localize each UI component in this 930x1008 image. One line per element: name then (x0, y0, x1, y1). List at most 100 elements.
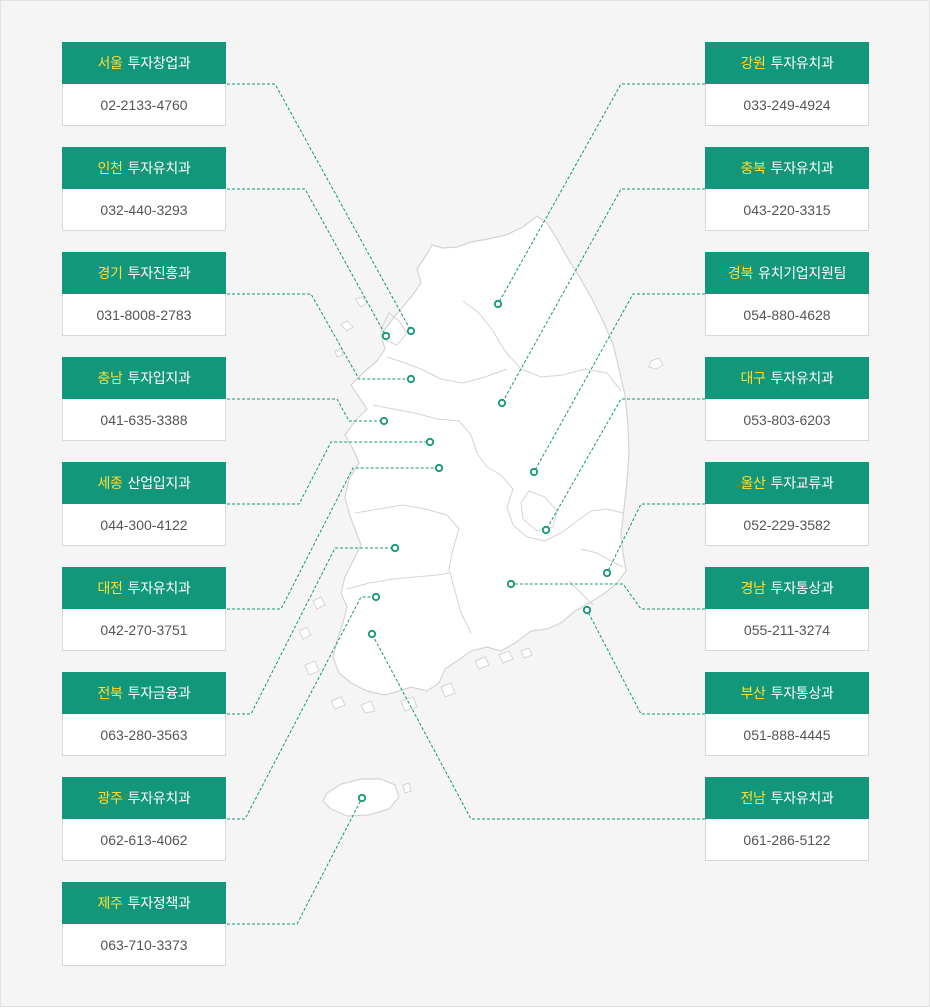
office-card-jeonbuk[interactable]: 전북 투자금융과 063-280-3563 (62, 672, 226, 756)
dept-name: 유치기업지원팀 (758, 266, 847, 282)
location-marker-daegu[interactable] (541, 525, 551, 535)
phone-number: 062-613-4062 (100, 831, 188, 848)
office-card-ulsan[interactable]: 울산 투자교류과 052-229-3582 (705, 462, 869, 546)
dept-name: 투자유치과 (770, 56, 834, 72)
card-header: 인천 투자유치과 (62, 147, 226, 189)
dept-name: 투자유치과 (770, 791, 834, 807)
phone-number: 053-803-6203 (743, 411, 831, 428)
phone-number: 054-880-4628 (743, 306, 831, 323)
location-marker-jeonnam[interactable] (367, 629, 377, 639)
map-regions (298, 215, 664, 817)
location-marker-jeju[interactable] (357, 793, 367, 803)
office-card-jeonnam[interactable]: 전남 투자유치과 061-286-5122 (705, 777, 869, 861)
dept-name: 투자유치과 (127, 791, 191, 807)
phone-number: 032-440-3293 (100, 201, 188, 218)
location-marker-gwangju[interactable] (371, 592, 381, 602)
office-card-gyeongbuk[interactable]: 경북 유치기업지원팀 054-880-4628 (705, 252, 869, 336)
card-header: 부산 투자통상과 (705, 672, 869, 714)
region-name: 충북 (740, 161, 766, 177)
phone-number: 052-229-3582 (743, 516, 831, 533)
dept-name: 투자정책과 (127, 896, 191, 912)
office-card-chungnam[interactable]: 충남 투자입지과 041-635-3388 (62, 357, 226, 441)
card-header: 대구 투자유치과 (705, 357, 869, 399)
location-marker-gyeonggi[interactable] (406, 374, 416, 384)
card-header: 강원 투자유치과 (705, 42, 869, 84)
phone-number: 041-635-3388 (100, 411, 188, 428)
location-marker-gyeongbuk[interactable] (529, 467, 539, 477)
location-marker-gyeongnam[interactable] (506, 579, 516, 589)
dept-name: 투자입지과 (127, 371, 191, 387)
region-name: 광주 (97, 791, 123, 807)
office-card-sejong[interactable]: 세종 산업입지과 044-300-4122 (62, 462, 226, 546)
card-header: 광주 투자유치과 (62, 777, 226, 819)
office-card-gyeongnam[interactable]: 경남 투자통상과 055-211-3274 (705, 567, 869, 651)
card-header: 경북 유치기업지원팀 (705, 252, 869, 294)
dept-name: 산업입지과 (127, 476, 191, 492)
region-name: 서울 (97, 56, 123, 72)
phone-number: 063-280-3563 (100, 726, 188, 743)
card-header: 울산 투자교류과 (705, 462, 869, 504)
location-marker-sejong[interactable] (425, 437, 435, 447)
region-name: 전남 (740, 791, 766, 807)
phone-number: 055-211-3274 (743, 621, 831, 638)
card-header: 서울 투자창업과 (62, 42, 226, 84)
region-name: 충남 (97, 371, 123, 387)
dept-name: 투자유치과 (770, 371, 834, 387)
phone-number: 044-300-4122 (100, 516, 188, 533)
location-marker-ulsan[interactable] (602, 568, 612, 578)
phone-number: 061-286-5122 (743, 831, 831, 848)
office-card-busan[interactable]: 부산 투자통상과 051-888-4445 (705, 672, 869, 756)
phone-number: 051-888-4445 (743, 726, 831, 743)
card-header: 경남 투자통상과 (705, 567, 869, 609)
dept-name: 투자유치과 (127, 581, 191, 597)
location-marker-jeonbuk[interactable] (390, 543, 400, 553)
office-card-chungbuk[interactable]: 충북 투자유치과 043-220-3315 (705, 147, 869, 231)
office-card-gwangju[interactable]: 광주 투자유치과 062-613-4062 (62, 777, 226, 861)
card-header: 대전 투자유치과 (62, 567, 226, 609)
region-name: 경기 (97, 266, 123, 282)
region-name: 대구 (740, 371, 766, 387)
region-name: 전북 (97, 686, 123, 702)
dept-name: 투자금융과 (127, 686, 191, 702)
leader-line-incheon (227, 188, 387, 337)
office-card-daejeon[interactable]: 대전 투자유치과 042-270-3751 (62, 567, 226, 651)
phone-number: 063-710-3373 (100, 936, 188, 953)
location-marker-daejeon[interactable] (434, 463, 444, 473)
phone-number: 043-220-3315 (743, 201, 831, 218)
dept-name: 투자통상과 (770, 686, 834, 702)
office-card-daegu[interactable]: 대구 투자유치과 053-803-6203 (705, 357, 869, 441)
region-name: 제주 (97, 896, 123, 912)
phone-number: 031-8008-2783 (96, 306, 192, 323)
card-header: 전남 투자유치과 (705, 777, 869, 819)
location-marker-chungnam[interactable] (379, 416, 389, 426)
location-marker-chungbuk[interactable] (497, 398, 507, 408)
card-header: 경기 투자진흥과 (62, 252, 226, 294)
region-name: 인천 (97, 161, 123, 177)
mainland-outline (332, 215, 630, 696)
region-name: 경북 (727, 266, 754, 282)
phone-number: 042-270-3751 (100, 621, 188, 638)
dept-name: 투자통상과 (770, 581, 834, 597)
dept-name: 투자창업과 (127, 56, 191, 72)
leader-line-jeju (227, 797, 363, 925)
dept-name: 투자유치과 (770, 161, 834, 177)
location-marker-busan[interactable] (582, 605, 592, 615)
office-card-seoul[interactable]: 서울 투자창업과 02-2133-4760 (62, 42, 226, 126)
office-card-gangwon[interactable]: 강원 투자유치과 033-249-4924 (705, 42, 869, 126)
card-header: 전북 투자금융과 (62, 672, 226, 714)
region-name: 울산 (740, 476, 766, 492)
dept-name: 투자유치과 (127, 161, 191, 177)
region-name: 부산 (740, 686, 766, 702)
location-marker-incheon[interactable] (381, 331, 391, 341)
office-card-gyeonggi[interactable]: 경기 투자진흥과 031-8008-2783 (62, 252, 226, 336)
leader-line-busan (586, 609, 705, 715)
office-card-incheon[interactable]: 인천 투자유치과 032-440-3293 (62, 147, 226, 231)
card-header: 충남 투자입지과 (62, 357, 226, 399)
phone-number: 033-249-4924 (743, 96, 831, 113)
card-header: 세종 산업입지과 (62, 462, 226, 504)
location-marker-seoul[interactable] (406, 326, 416, 336)
region-name: 세종 (97, 476, 123, 492)
location-marker-gangwon[interactable] (493, 299, 503, 309)
phone-number: 02-2133-4760 (100, 96, 188, 113)
office-card-jeju[interactable]: 제주 투자정책과 063-710-3373 (62, 882, 226, 966)
